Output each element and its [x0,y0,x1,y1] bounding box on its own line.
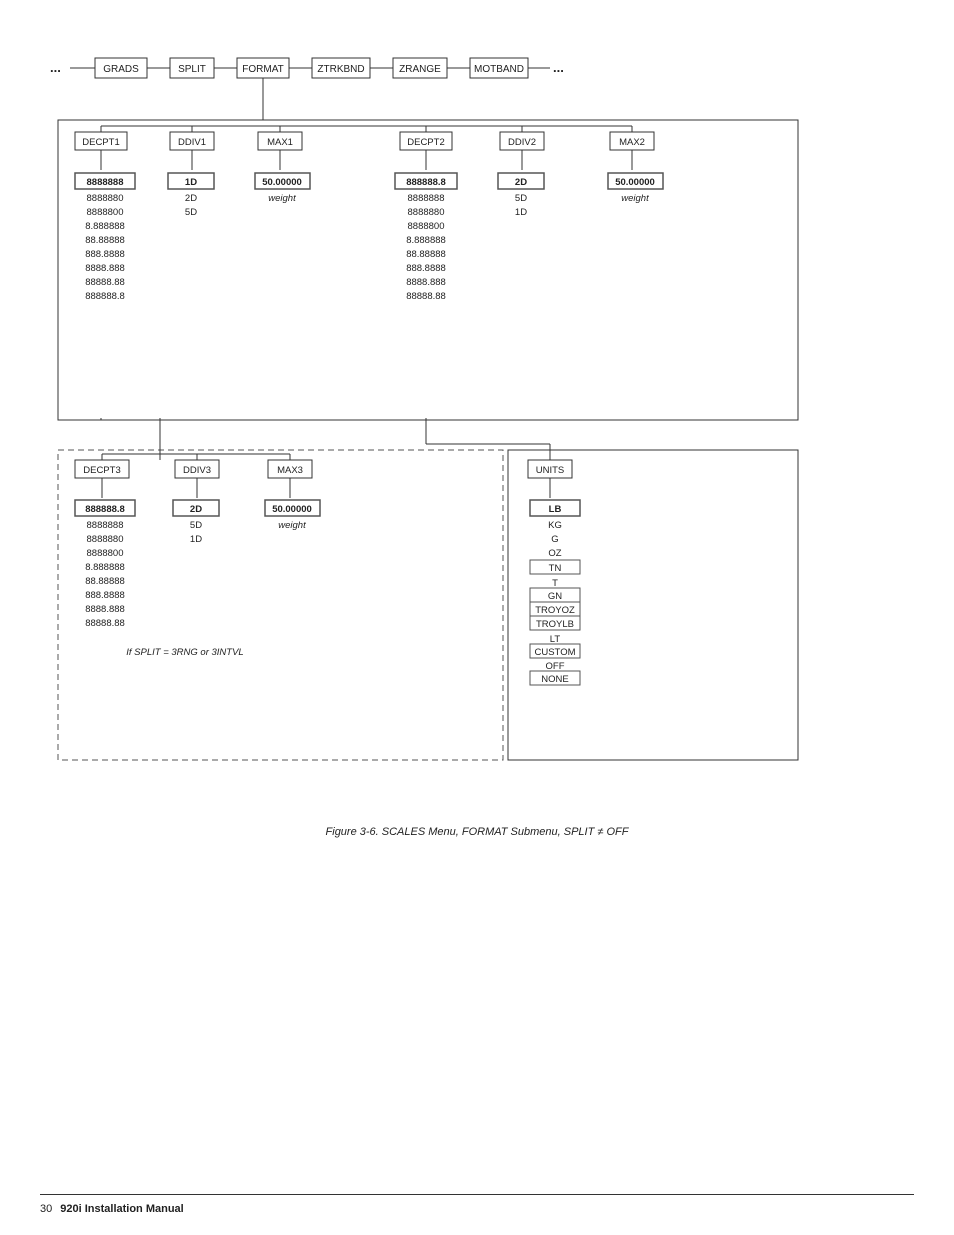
svg-text:8888800: 8888800 [408,221,445,232]
svg-text:5D: 5D [190,520,202,531]
svg-text:88888.88: 88888.88 [85,277,125,288]
svg-text:MOTBAND: MOTBAND [474,64,524,75]
figure-caption: Figure 3-6. SCALES Menu, FORMAT Submenu,… [40,826,914,838]
svg-text:...: ... [50,60,61,75]
page-number: 30 [40,1203,52,1215]
diagram: ... GRADS SPLIT FORMAT ZTRKBND ZRANGE MO… [40,30,915,810]
svg-text:If SPLIT = 3RNG or 3INTVL: If SPLIT = 3RNG or 3INTVL [126,647,243,658]
svg-text:8888888: 8888888 [87,520,124,531]
svg-text:CUSTOM: CUSTOM [535,647,576,658]
svg-text:8888.888: 8888.888 [85,604,125,615]
svg-text:DDIV1: DDIV1 [178,137,206,148]
footer: 30 920i Installation Manual [40,1203,184,1215]
svg-text:TN: TN [549,563,562,574]
svg-text:OZ: OZ [548,548,561,559]
footer-line [40,1194,914,1195]
page: ... GRADS SPLIT FORMAT ZTRKBND ZRANGE MO… [0,0,954,1235]
svg-text:8888880: 8888880 [87,193,124,204]
manual-title: 920i Installation Manual [60,1203,183,1215]
svg-text:GRADS: GRADS [103,64,139,75]
svg-text:SPLIT: SPLIT [178,64,206,75]
svg-text:MAX2: MAX2 [619,137,645,148]
svg-text:MAX1: MAX1 [267,137,293,148]
svg-text:DECPT3: DECPT3 [83,465,120,476]
svg-text:MAX3: MAX3 [277,465,303,476]
svg-text:8.888888: 8.888888 [85,221,125,232]
svg-text:8888.888: 8888.888 [406,277,446,288]
svg-text:88.88888: 88.88888 [406,249,446,260]
svg-text:5D: 5D [515,193,527,204]
svg-text:8888800: 8888800 [87,548,124,559]
svg-text:TROYOZ: TROYOZ [535,605,575,616]
svg-text:ZTRKBND: ZTRKBND [317,64,364,75]
svg-text:weight: weight [278,520,306,531]
svg-text:1D: 1D [190,534,202,545]
svg-text:UNITS: UNITS [536,465,565,476]
svg-text:2D: 2D [185,193,197,204]
svg-text:888.8888: 888.8888 [85,249,125,260]
svg-text:1D: 1D [515,207,527,218]
svg-text:88888.88: 88888.88 [406,291,446,302]
svg-text:8.888888: 8.888888 [85,562,125,573]
svg-text:888888.8: 888888.8 [85,504,125,515]
svg-text:weight: weight [268,193,296,204]
svg-text:OFF: OFF [546,661,565,672]
svg-text:8888880: 8888880 [408,207,445,218]
svg-text:DDIV2: DDIV2 [508,137,536,148]
svg-text:888.8888: 888.8888 [85,590,125,601]
svg-text:...: ... [553,60,564,75]
svg-text:888.8888: 888.8888 [406,263,446,274]
svg-text:8888880: 8888880 [87,534,124,545]
svg-text:2D: 2D [190,504,202,515]
svg-text:8888800: 8888800 [87,207,124,218]
svg-text:DECPT2: DECPT2 [407,137,444,148]
svg-text:8888888: 8888888 [408,193,445,204]
svg-text:8888.888: 8888.888 [85,263,125,274]
svg-text:LT: LT [550,634,561,645]
svg-text:88888.88: 88888.88 [85,618,125,629]
svg-text:LB: LB [549,504,562,515]
svg-text:G: G [551,534,558,545]
svg-text:50.00000: 50.00000 [615,177,655,188]
svg-text:NONE: NONE [541,674,568,685]
svg-text:DDIV3: DDIV3 [183,465,211,476]
svg-text:2D: 2D [515,177,527,188]
svg-text:FORMAT: FORMAT [242,64,283,75]
svg-text:8.888888: 8.888888 [406,235,446,246]
svg-text:ZRANGE: ZRANGE [399,64,441,75]
svg-text:weight: weight [621,193,649,204]
svg-text:DECPT1: DECPT1 [82,137,119,148]
svg-text:88.88888: 88.88888 [85,235,125,246]
svg-text:88.88888: 88.88888 [85,576,125,587]
svg-text:50.00000: 50.00000 [262,177,302,188]
svg-text:50.00000: 50.00000 [272,504,312,515]
svg-text:5D: 5D [185,207,197,218]
svg-text:8888888: 8888888 [87,177,124,188]
svg-text:KG: KG [548,520,562,531]
svg-text:T: T [552,578,558,589]
svg-text:888888.8: 888888.8 [85,291,125,302]
svg-text:888888.8: 888888.8 [406,177,446,188]
svg-text:GN: GN [548,591,562,602]
svg-text:1D: 1D [185,177,197,188]
svg-text:TROYLB: TROYLB [536,619,574,630]
